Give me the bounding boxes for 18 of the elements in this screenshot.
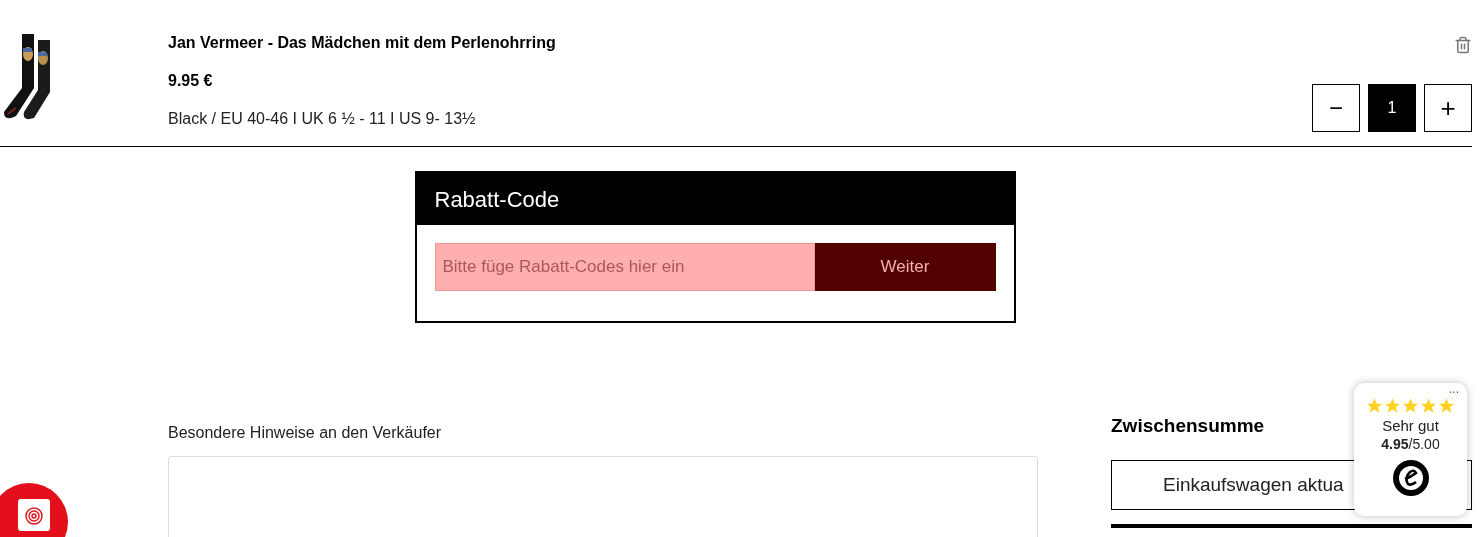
product-variant: Black / EU 40-46 I UK 6 ½ - 11 I US 9- 13½ (168, 109, 477, 129)
seal-logo-icon (1391, 459, 1430, 497)
discount-title: Rabatt-Code (434, 185, 560, 214)
rating-text: Sehr gut (1382, 417, 1439, 435)
trash-icon[interactable] (1454, 36, 1472, 54)
rating-badge[interactable]: ... Sehr gut 4.95/5.00 (1354, 383, 1467, 516)
product-title: Jan Vermeer - Das Mädchen mit dem Perlenohrring (168, 33, 557, 53)
quantity-field[interactable]: 1 (1368, 84, 1416, 132)
decrease-button[interactable]: − (1312, 84, 1360, 132)
subtotal-label: Zwischensumme (1111, 414, 1265, 438)
notes-field[interactable] (168, 456, 1038, 537)
discount-code-field[interactable]: Bitte füge Rabatt-Codes hier ein (434, 243, 815, 291)
product-price: 9.95 € (168, 71, 214, 91)
rating-score: 4.95/5.00 (1381, 435, 1440, 453)
increase-button[interactable]: + (1424, 84, 1472, 132)
notes-label: Besondere Hinweise an den Verkäufer (168, 423, 443, 443)
continue-button[interactable]: Weiter (814, 243, 996, 291)
more-icon[interactable]: ... (1449, 383, 1459, 395)
